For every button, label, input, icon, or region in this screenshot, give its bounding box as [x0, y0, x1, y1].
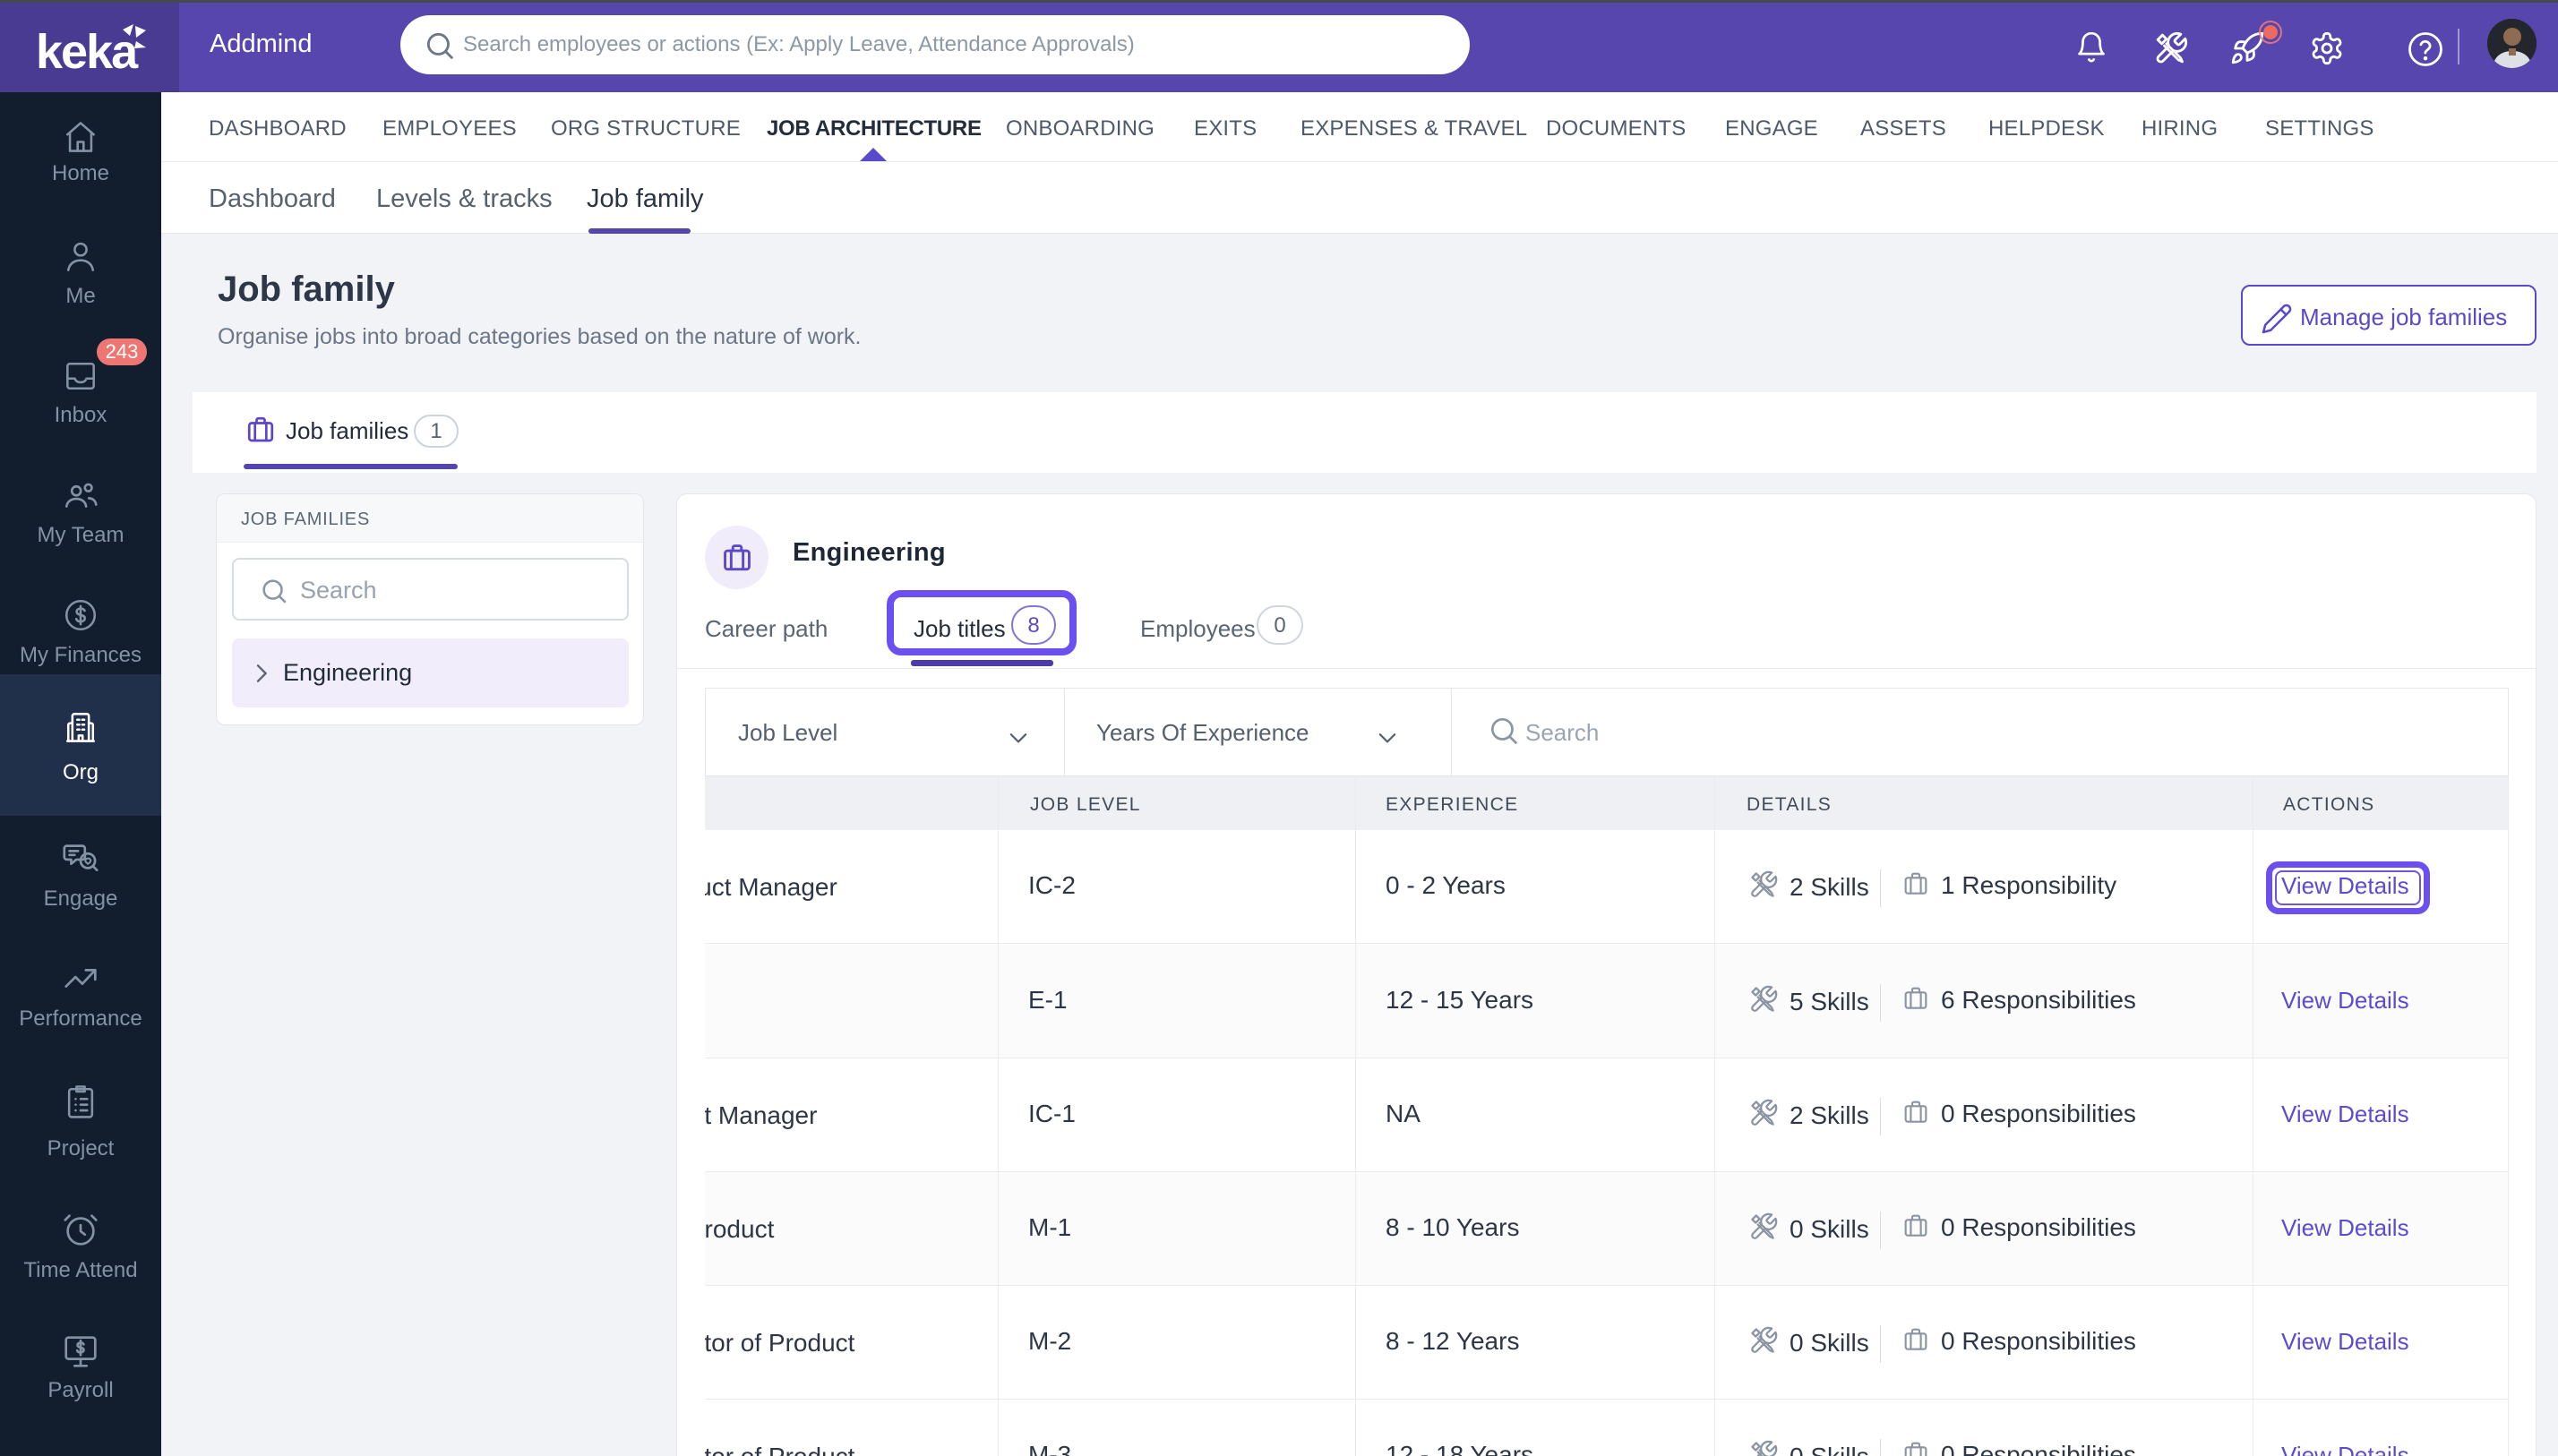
svg-text:keka: keka — [36, 25, 139, 79]
